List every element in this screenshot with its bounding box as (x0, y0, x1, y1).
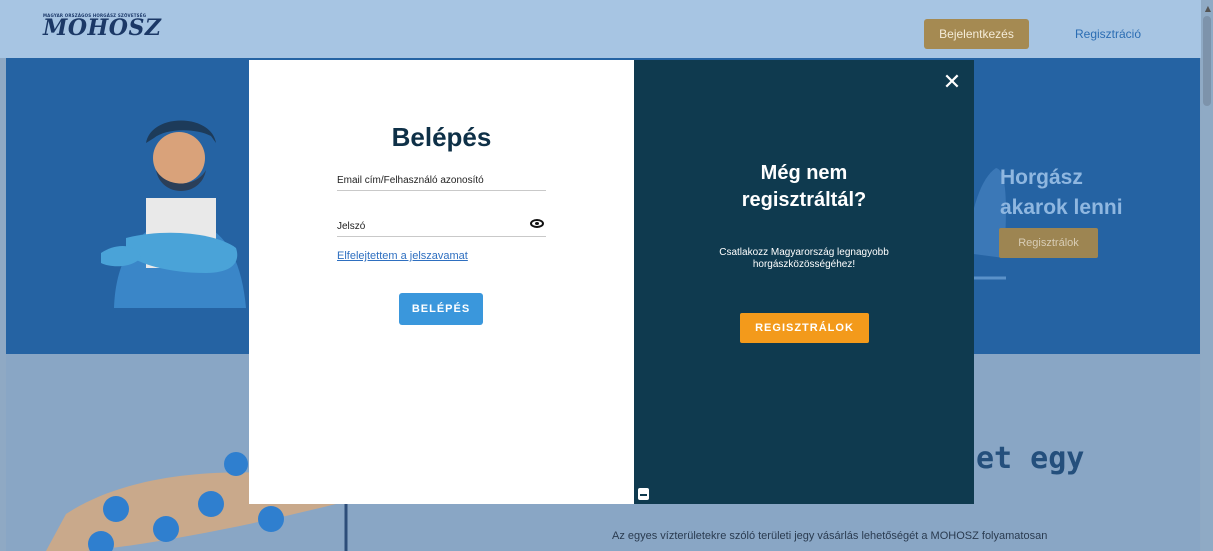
scroll-thumb[interactable] (1203, 16, 1211, 106)
header-register-link[interactable]: Regisztráció (1075, 27, 1141, 41)
mohosz-logo[interactable]: MAGYAR ORSZÁGOS HORGÁSZ SZÖVETSÉG MOHOSZ (43, 13, 162, 41)
section-title: et egy (976, 441, 1085, 476)
register-desc-line2: horgászközösségéhez! (752, 259, 856, 270)
register-button[interactable]: REGISZTRÁLOK (740, 313, 869, 343)
top-header: MAGYAR ORSZÁGOS HORGÁSZ SZÖVETSÉG MOHOSZ… (0, 0, 1213, 58)
register-title-line2: regisztráltál? (741, 189, 867, 211)
chat-icon[interactable] (638, 488, 649, 500)
eye-icon[interactable] (530, 219, 544, 228)
header-login-button[interactable]: Bejelentkezés (924, 19, 1029, 49)
hero-title-line1: Horgász (1000, 166, 1083, 189)
forgot-password-link[interactable]: Elfelejtettem a jelszavamat (337, 250, 468, 262)
section-text: Az egyes vízterületekre szóló területi j… (612, 530, 1048, 542)
register-title-line1: Még nem (760, 162, 848, 184)
register-title: Még nem regisztráltál? (634, 160, 974, 214)
scrollbar[interactable]: ▲ (1201, 0, 1213, 551)
logo-text: MOHOSZ (43, 15, 162, 41)
hero-title-line2: akarok lenni (1000, 196, 1123, 219)
register-panel: ✕ Még nem regisztráltál? Csatlakozz Magy… (634, 60, 974, 504)
login-title: Belépés (391, 122, 492, 152)
register-description: Csatlakozz Magyarország legnagyobb horgá… (634, 247, 974, 271)
scroll-up-icon[interactable]: ▲ (1205, 4, 1211, 13)
hero-title: Horgász akarok lenni (1000, 163, 1123, 223)
password-label: Jelszó (337, 221, 366, 232)
register-desc-line1: Csatlakozz Magyarország legnagyobb (719, 247, 889, 258)
login-panel: Belépés Email cím/Felhasználó azonosító … (249, 60, 634, 504)
email-field[interactable]: Email cím/Felhasználó azonosító (337, 169, 546, 191)
login-submit-button[interactable]: BELÉPÉS (399, 293, 483, 325)
password-field[interactable]: Jelszó (337, 215, 546, 237)
hero-register-button[interactable]: Regisztrálok (999, 228, 1098, 258)
email-label: Email cím/Felhasználó azonosító (337, 175, 484, 186)
close-icon[interactable]: ✕ (940, 70, 964, 95)
